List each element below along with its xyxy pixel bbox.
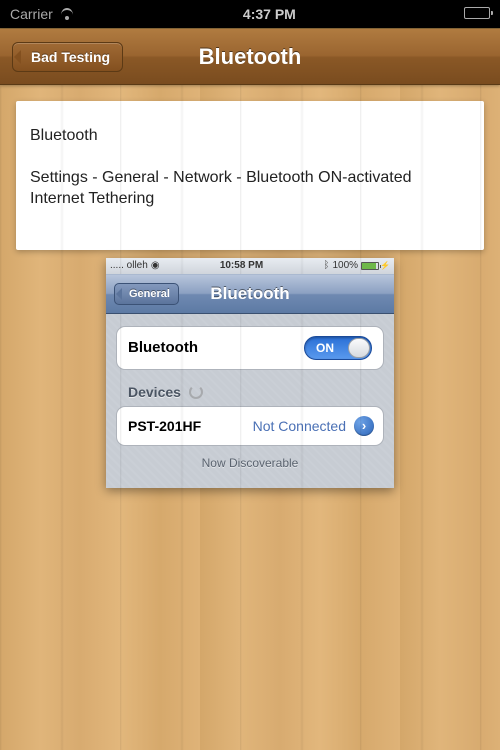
bluetooth-row: Bluetooth ON	[117, 327, 383, 369]
discoverable-label: Now Discoverable	[116, 446, 384, 472]
carrier-label: Carrier	[10, 6, 53, 22]
battery-icon	[464, 7, 490, 19]
card-heading: Bluetooth	[30, 125, 470, 147]
device-status: Not Connected	[253, 418, 346, 434]
inner-status-bar: ..... olleh ◉ 10:58 PM ᛒ 100% ⚡	[106, 258, 394, 274]
charging-icon: ⚡	[380, 261, 390, 270]
bluetooth-row-label: Bluetooth	[128, 339, 198, 356]
inner-page-title: Bluetooth	[210, 284, 289, 304]
inner-carrier-label: ..... olleh	[110, 260, 148, 271]
inner-nav-bar: General Bluetooth	[106, 274, 394, 314]
loading-spinner-icon	[189, 385, 203, 399]
instruction-card: Bluetooth Settings - General - Network -…	[16, 101, 484, 250]
devices-section-header: Devices	[116, 370, 384, 406]
inner-status-time: 10:58 PM	[160, 260, 324, 271]
inner-screenshot: ..... olleh ◉ 10:58 PM ᛒ 100% ⚡ General …	[106, 258, 394, 488]
devices-header-label: Devices	[128, 384, 181, 400]
device-row[interactable]: PST-201HF Not Connected ›	[117, 407, 383, 445]
bluetooth-toggle-group: Bluetooth ON	[116, 326, 384, 370]
toggle-on-label: ON	[316, 341, 334, 355]
app-nav-bar: Bad Testing Bluetooth	[0, 29, 500, 85]
device-name: PST-201HF	[128, 418, 253, 434]
app-content: Bad Testing Bluetooth Bluetooth Settings…	[0, 28, 500, 750]
status-time: 4:37 PM	[75, 6, 464, 22]
wifi-icon: ◉	[151, 260, 160, 271]
page-title: Bluetooth	[199, 44, 302, 70]
outer-status-bar: Carrier 4:37 PM	[0, 0, 500, 28]
card-body: Settings - General - Network - Bluetooth…	[30, 167, 470, 210]
back-button[interactable]: Bad Testing	[12, 42, 123, 72]
bluetooth-toggle[interactable]: ON	[304, 336, 372, 360]
inner-back-button[interactable]: General	[114, 283, 179, 305]
bluetooth-icon: ᛒ	[323, 260, 329, 271]
device-list: PST-201HF Not Connected ›	[116, 406, 384, 446]
battery-percentage: 100%	[332, 260, 358, 271]
inner-settings-body: Bluetooth ON Devices PST-201HF Not Conne…	[106, 314, 394, 488]
wifi-icon	[59, 8, 75, 20]
toggle-knob	[348, 338, 370, 358]
detail-disclosure-icon[interactable]: ›	[354, 416, 374, 436]
battery-icon	[361, 262, 379, 270]
